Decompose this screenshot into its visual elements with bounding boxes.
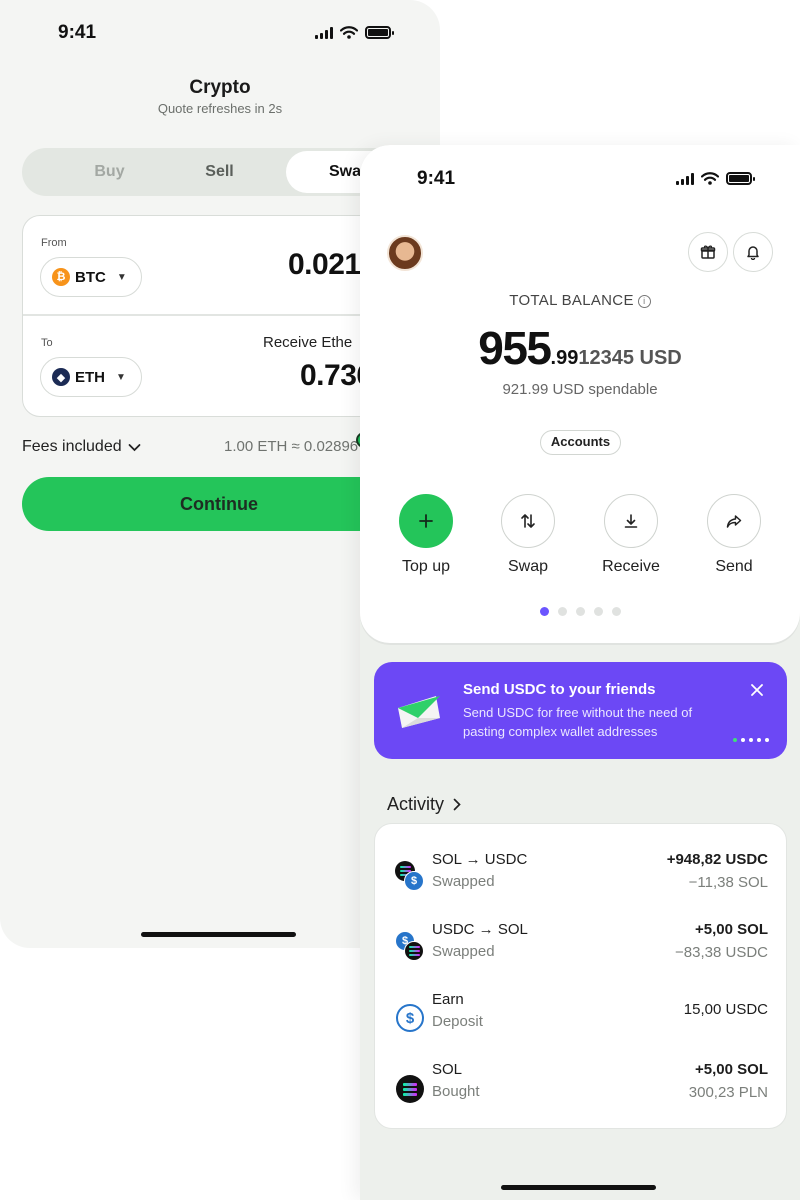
swap-label: Swap (507, 558, 549, 575)
wifi-icon (340, 26, 358, 39)
activity-header[interactable]: Activity (387, 794, 461, 815)
from-label: From (41, 237, 67, 249)
chevron-right-icon (453, 798, 461, 811)
activity-value: +5,00 SOL (695, 1061, 768, 1078)
promo-banner[interactable]: Send USDC to your friends Send USDC for … (374, 662, 787, 759)
receive-label: Receive Ethe (263, 334, 353, 351)
chevron-down-icon: ▼ (116, 271, 127, 283)
sol-usdc-icon: $ (395, 861, 427, 895)
page-dot[interactable] (612, 607, 621, 616)
total-balance-label: TOTAL BALANCE i (360, 292, 800, 309)
bitcoin-icon: ₿ (52, 268, 70, 286)
top-up-label: Top up (401, 558, 451, 575)
spendable-balance: 921.99 USD spendable (502, 381, 658, 398)
accounts-button[interactable]: Accounts (540, 430, 621, 455)
to-label: To (41, 337, 53, 349)
balance-panel: 9:41 TOTAL BALANCE i 955.9912345 USD 921.… (360, 145, 800, 643)
activity-subtitle: Deposit (432, 1013, 483, 1030)
page-dot[interactable] (594, 607, 603, 616)
page-dot[interactable] (576, 607, 585, 616)
from-coin-select[interactable]: ₿ BTC ▼ (40, 257, 142, 297)
list-item[interactable]: $ SOL → USDC Swapped +948,82 USDC −11,38… (375, 851, 788, 911)
promo-title: Send USDC to your friends (463, 681, 656, 698)
wifi-icon (701, 172, 719, 185)
activity-subtitle: Swapped (432, 943, 495, 960)
bell-icon (747, 246, 759, 260)
balance-cents: .99 (550, 347, 579, 369)
notifications-button[interactable] (733, 232, 773, 272)
promo-body: Send USDC for free without the need of p… (463, 705, 693, 739)
activity-value: 15,00 USDC (683, 1001, 768, 1018)
quote-refresh-text: Quote refreshes in 2s (157, 101, 283, 116)
battery-icon (365, 26, 394, 39)
download-icon (624, 514, 638, 528)
tab-sell[interactable]: Sell (152, 148, 287, 196)
from-coin-label: BTC (75, 268, 106, 286)
activity-title: USDC → SOL (432, 921, 528, 938)
fees-label: Fees included (22, 438, 122, 455)
ethereum-icon: ◆ (52, 368, 70, 386)
status-bar: 9:41 (360, 168, 800, 192)
wallet-home-screen: 9:41 TOTAL BALANCE i 955.9912345 USD 921.… (360, 145, 800, 1200)
balance-main: 955 (478, 322, 552, 374)
activity-value: +948,82 USDC (666, 851, 768, 868)
list-item[interactable]: SOL Bought +5,00 SOL 300,23 PLN (375, 1061, 788, 1121)
activity-list: $ SOL → USDC Swapped +948,82 USDC −11,38… (374, 823, 787, 1129)
send-label: Send (715, 558, 753, 575)
page-dot[interactable] (558, 607, 567, 616)
activity-value: +5,00 SOL (695, 921, 768, 938)
receive-label: Receive (602, 558, 660, 575)
activity-secondary: 300,23 PLN (688, 1084, 768, 1101)
activity-subtitle: Bought (432, 1083, 480, 1100)
gift-button[interactable] (688, 232, 728, 272)
page-dot[interactable] (540, 607, 549, 616)
activity-secondary: −11,38 SOL (688, 874, 768, 891)
chevron-down-icon (128, 443, 141, 451)
receive-button[interactable]: Receive (586, 494, 676, 576)
battery-icon (726, 172, 755, 185)
swap-arrows-icon (521, 514, 535, 528)
activity-secondary: −83,38 USDC (675, 944, 768, 961)
activity-title: Earn (432, 991, 464, 1008)
share-arrow-icon (726, 515, 742, 528)
promo-page-indicator (733, 738, 769, 742)
home-indicator (141, 932, 296, 937)
total-balance-text: TOTAL BALANCE (509, 292, 634, 309)
exchange-rate: 1.00 ETH ≈ 0.02896 (224, 438, 359, 455)
swap-button[interactable]: Swap (483, 494, 573, 576)
usdc-icon: $ (395, 1001, 427, 1035)
page-title: Crypto (189, 77, 251, 98)
total-balance-value: 955.9912345 USD (360, 321, 800, 375)
home-indicator (501, 1185, 656, 1190)
status-time: 9:41 (58, 22, 97, 43)
balance-rest: 12345 USD (578, 347, 682, 369)
top-up-button[interactable]: Top up (381, 494, 471, 576)
solana-icon (395, 1071, 427, 1105)
usdc-sol-icon: $ (395, 931, 427, 965)
list-item[interactable]: $ USDC → SOL Swapped +5,00 SOL −83,38 US… (375, 921, 788, 981)
status-time: 9:41 (417, 168, 456, 189)
signal-icon (676, 172, 694, 185)
activity-title: SOL → USDC (432, 851, 528, 868)
info-icon[interactable]: i (637, 294, 651, 308)
gift-icon (700, 245, 716, 259)
fees-toggle[interactable]: Fees included (22, 438, 141, 456)
activity-subtitle: Swapped (432, 873, 495, 890)
send-button[interactable]: Send (689, 494, 779, 576)
chevron-down-icon: ▼ (116, 371, 126, 383)
signal-icon (315, 26, 333, 39)
list-item[interactable]: $ Earn Deposit 15,00 USDC (375, 991, 788, 1051)
to-coin-label: ETH (75, 368, 105, 386)
avatar[interactable] (387, 235, 423, 271)
close-icon[interactable] (749, 682, 765, 698)
activity-title: Activity (387, 794, 445, 814)
status-bar: 9:41 (0, 22, 440, 46)
page-indicator (540, 607, 621, 616)
to-coin-select[interactable]: ◆ ETH ▼ (40, 357, 142, 397)
envelope-icon (398, 696, 440, 728)
plus-icon (419, 514, 433, 528)
activity-title: SOL (432, 1061, 463, 1078)
